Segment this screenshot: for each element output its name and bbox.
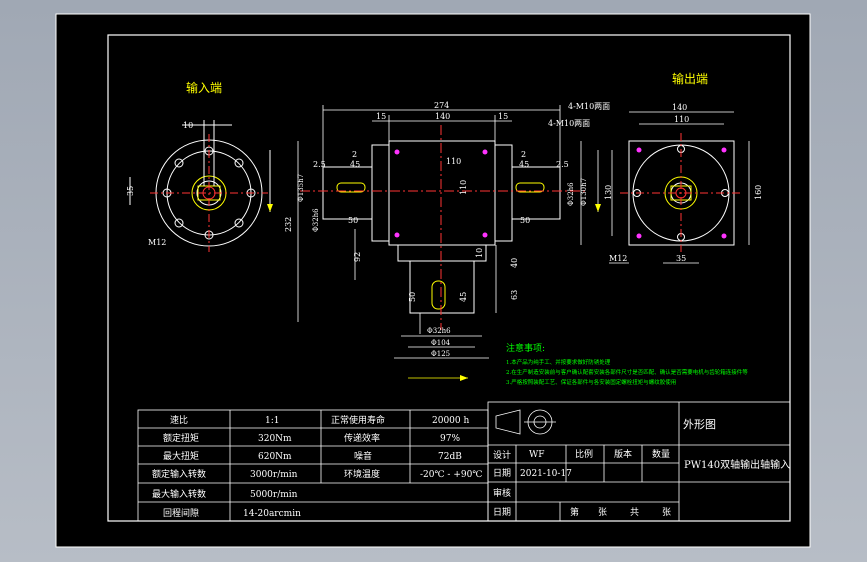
input-end-title: 输入端 <box>186 80 222 95</box>
dim-2-5-left: 2.5 <box>313 160 326 169</box>
product-name: PW140双轴输出轴输入 <box>684 458 790 471</box>
dim-10: 10 <box>475 248 484 258</box>
spec-val-9: 5000r/min <box>250 490 298 500</box>
spec-key-9: 最大输入转数 <box>152 488 206 500</box>
notes-heading: 注意事项: <box>506 342 545 354</box>
drawing-type: 外形图 <box>683 418 716 431</box>
spec-val-8: -20℃ - +90℃ <box>420 470 482 480</box>
spec-key-10: 回程间隙 <box>163 507 199 519</box>
date-label: 日期 <box>493 468 511 479</box>
right-dim-35: 35 <box>676 254 686 263</box>
dim-140-front: 140 <box>435 112 450 121</box>
shaft-left-32: Φ32h6 <box>312 208 320 232</box>
spec-key-3: 额定扭矩 <box>163 432 199 444</box>
dim-232: 232 <box>284 217 293 232</box>
left-dim-m12: M12 <box>148 238 166 247</box>
left-dim-35: 35 <box>126 186 135 196</box>
tap-label-top: 4-M10两面 <box>568 102 610 111</box>
spec-key-7: 额定输入转数 <box>152 468 206 480</box>
spec-key-8: 环境温度 <box>344 468 380 480</box>
total-of: 张 <box>662 507 671 518</box>
note-1: 1.本产品为纯手工、并按要求做好防锈处理 <box>506 358 611 366</box>
spec-val-6: 72dB <box>438 452 462 462</box>
design-label: 设计 <box>493 449 511 461</box>
design-value: WF <box>529 450 545 460</box>
bottom-shaft-32: Φ32h6 <box>427 327 451 335</box>
dim-45-right: 45 <box>519 160 529 169</box>
dim-45-left: 45 <box>350 160 360 169</box>
bottom-shaft-125: Φ125 <box>431 350 450 358</box>
dim-50-left: 50 <box>348 216 358 225</box>
dim-110-center: 110 <box>446 157 461 166</box>
dim-92: 92 <box>353 252 362 262</box>
review-label: 审核 <box>493 487 511 499</box>
dim-15-left: 15 <box>376 112 386 121</box>
spec-val-1: 1:1 <box>265 416 279 426</box>
sheet-label: 第 <box>570 506 579 518</box>
spec-val-2: 20000 h <box>432 416 469 426</box>
sheet-of: 张 <box>598 507 607 518</box>
dim-15-right: 15 <box>498 112 508 121</box>
dim-274: 274 <box>434 101 449 110</box>
spec-val-3: 320Nm <box>258 434 292 444</box>
spec-key-1: 速比 <box>170 414 188 426</box>
note-2: 2.在生产制造安装前与客户确认配套安装各部件尺寸是否匹配、确认是否需要电机与齿轮… <box>506 368 748 376</box>
output-end-title: 输出端 <box>672 71 708 86</box>
spec-val-4: 97% <box>440 434 460 444</box>
spec-val-7: 3000r/min <box>250 470 298 480</box>
dim-2-right: 2 <box>521 150 526 159</box>
qty-label: 数量 <box>652 448 670 460</box>
dim-40: 40 <box>510 258 519 268</box>
total-label: 共 <box>630 507 639 518</box>
spec-key-6: 噪音 <box>354 450 372 462</box>
note-3: 3.严格按照装配工艺、保证各部件与各安装固定螺栓扭矩与螺纹胶使用 <box>506 378 676 386</box>
dim-50-bottom: 50 <box>408 292 417 302</box>
right-dim-160: 160 <box>754 185 763 200</box>
dim-2-left: 2 <box>352 150 357 159</box>
cad-drawing: 输入端 输出端 10 35 M12 274 140 15 15 4-M10两面 … <box>55 13 811 548</box>
dim-63: 63 <box>510 290 519 300</box>
tap-label-right: 4-M10两面 <box>548 119 590 128</box>
spec-key-5: 最大扭矩 <box>163 450 199 462</box>
version-label: 版本 <box>614 448 632 460</box>
right-dim-130: 130 <box>604 185 613 200</box>
right-dim-m12: M12 <box>609 254 627 263</box>
left-dim-10: 10 <box>183 121 193 130</box>
date-value: 2021-10-17 <box>520 469 572 479</box>
dim-45-bottom: 45 <box>459 292 468 302</box>
bottom-shaft-104: Φ104 <box>431 339 451 347</box>
dim-50-right: 50 <box>520 216 530 225</box>
spec-key-2: 正常使用寿命 <box>331 414 385 426</box>
dim-2-5-right: 2.5 <box>556 160 569 169</box>
shaft-right-130: Φ130h7 <box>580 178 588 206</box>
shaft-right-32: Φ32h6 <box>567 182 575 206</box>
dim-110-vert: 110 <box>459 180 468 195</box>
spec-val-10: 14-20arcmin <box>243 509 301 519</box>
scale-label: 比例 <box>575 448 593 460</box>
right-dim-110: 110 <box>674 115 689 124</box>
spec-val-5: 620Nm <box>258 452 292 462</box>
date2-label: 日期 <box>493 507 511 518</box>
spec-key-4: 传递效率 <box>344 432 380 444</box>
right-dim-140: 140 <box>672 103 687 112</box>
shaft-left-135: Φ135h7 <box>297 174 305 202</box>
